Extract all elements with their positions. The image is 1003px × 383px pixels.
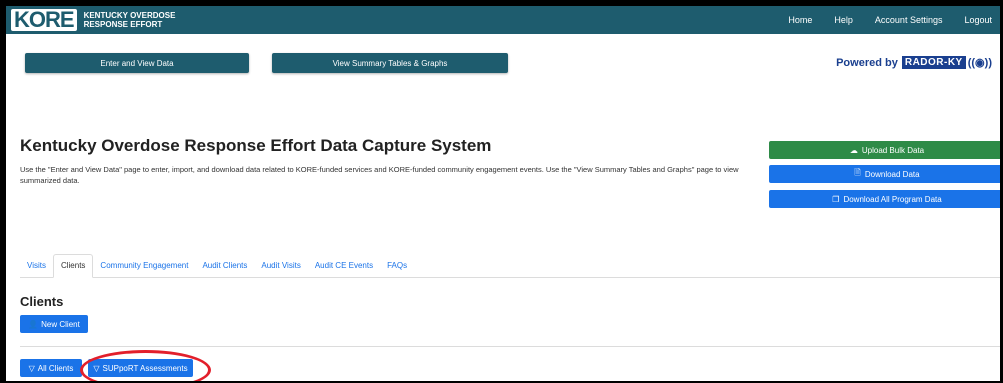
upload-bulk-data-button[interactable]: ☁ Upload Bulk Data <box>769 141 1000 159</box>
section-divider <box>20 346 1000 347</box>
logo-wordmark: KORE <box>10 8 78 32</box>
new-client-button[interactable]: 👤 New Client <box>20 315 88 333</box>
view-summary-button[interactable]: View Summary Tables & Graphs <box>272 53 508 73</box>
page-description: Use the "Enter and View Data" page to en… <box>20 165 739 185</box>
logo-subtitle-line1: KENTUCKY OVERDOSE <box>83 11 176 20</box>
tab-community-engagement[interactable]: Community Engagement <box>93 261 195 277</box>
download-all-program-data-button[interactable]: ❐ Download All Program Data <box>769 190 1000 208</box>
all-clients-filter-button[interactable]: ▽ All Clients <box>20 359 82 377</box>
support-assessments-label: SUPpoRT Assessments <box>102 363 188 373</box>
download-data-label: Download Data <box>864 169 920 179</box>
file-icon: 🗎 <box>854 168 861 177</box>
filter-icon: ▽ <box>28 363 35 373</box>
download-all-program-data-label: Download All Program Data <box>843 194 942 204</box>
nav-help-link[interactable]: Help <box>834 15 853 25</box>
tab-faqs[interactable]: FAQs <box>380 261 414 277</box>
nav-links: Home Help Account Settings Logout <box>766 6 1000 34</box>
powered-by-badge[interactable]: Powered by RADOR-KY ((◉)) <box>836 56 992 69</box>
enter-view-data-button[interactable]: Enter and View Data <box>25 53 249 73</box>
tab-audit-ce-events[interactable]: Audit CE Events <box>308 261 380 277</box>
nav-home-link[interactable]: Home <box>788 15 812 25</box>
kore-logo[interactable]: KORE KENTUCKY OVERDOSE RESPONSE EFFORT <box>10 8 175 32</box>
app-frame: KORE KENTUCKY OVERDOSE RESPONSE EFFORT H… <box>6 6 1000 381</box>
logo-subtitle: KENTUCKY OVERDOSE RESPONSE EFFORT <box>84 11 176 29</box>
page-title: Kentucky Overdose Response Effort Data C… <box>20 136 492 155</box>
logo-text: KORE <box>11 9 77 31</box>
support-assessments-filter-button[interactable]: ▽ SUPpoRT Assessments <box>88 359 193 377</box>
tab-visits[interactable]: Visits <box>20 261 53 277</box>
nav-account-settings-link[interactable]: Account Settings <box>875 15 943 25</box>
copy-icon: ❐ <box>832 194 840 204</box>
download-data-button[interactable]: 🗎 Download Data <box>769 165 1000 183</box>
filter-icon: ▽ <box>93 363 100 373</box>
tab-audit-visits[interactable]: Audit Visits <box>254 261 307 277</box>
new-client-label: New Client <box>41 319 80 329</box>
cloud-upload-icon: ☁ <box>849 145 858 155</box>
tab-audit-clients[interactable]: Audit Clients <box>195 261 254 277</box>
rador-ky-logo: RADOR-KY <box>901 56 966 69</box>
upload-bulk-data-label: Upload Bulk Data <box>861 145 925 155</box>
nav-logout-link[interactable]: Logout <box>964 15 992 25</box>
tab-clients[interactable]: Clients <box>52 254 94 278</box>
logo-subtitle-line2: RESPONSE EFFORT <box>83 20 163 29</box>
signal-icon: ((◉)) <box>967 57 992 69</box>
all-clients-label: All Clients <box>37 363 74 373</box>
top-navbar: KORE KENTUCKY OVERDOSE RESPONSE EFFORT H… <box>6 6 1000 34</box>
add-user-icon: 👤 <box>28 319 39 329</box>
tab-bar: Visits Clients Community Engagement Audi… <box>20 253 1000 278</box>
powered-by-label: Powered by <box>836 56 898 69</box>
clients-section-title: Clients <box>20 294 64 309</box>
